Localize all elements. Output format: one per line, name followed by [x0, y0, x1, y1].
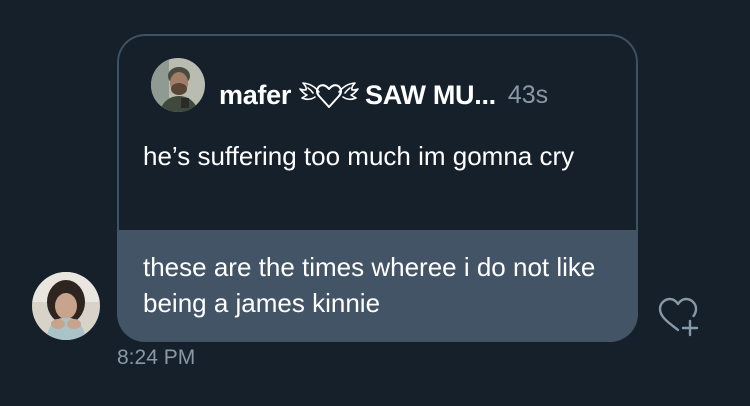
quoted-author-suffix[interactable]: SAW MU... [365, 80, 496, 111]
add-reaction-button[interactable] [652, 296, 702, 338]
reply-section: these are the times wheree i do not like… [117, 230, 638, 342]
quoted-message-text: he’s suffering too much im gomna cry [143, 141, 575, 171]
winged-heart-icon [297, 80, 361, 110]
quoted-message-header: mafer SAW MU... 43s [219, 78, 548, 112]
quoted-author-name[interactable]: mafer [219, 80, 291, 111]
heart-plus-icon [658, 297, 699, 337]
sender-avatar[interactable] [32, 272, 100, 340]
message-text: these are the times wheree i do not like… [143, 252, 596, 318]
quoted-message-time: 43s [507, 80, 549, 109]
message-timestamp: 8:24 PM [117, 346, 196, 369]
quoted-message-card[interactable]: mafer SAW MU... 43s he’s suffering too m… [117, 34, 638, 230]
message-bubble[interactable]: mafer SAW MU... 43s he’s suffering too m… [117, 34, 638, 342]
quoted-author-avatar [151, 58, 205, 112]
dm-conversation: mafer SAW MU... 43s he’s suffering too m… [0, 0, 750, 406]
